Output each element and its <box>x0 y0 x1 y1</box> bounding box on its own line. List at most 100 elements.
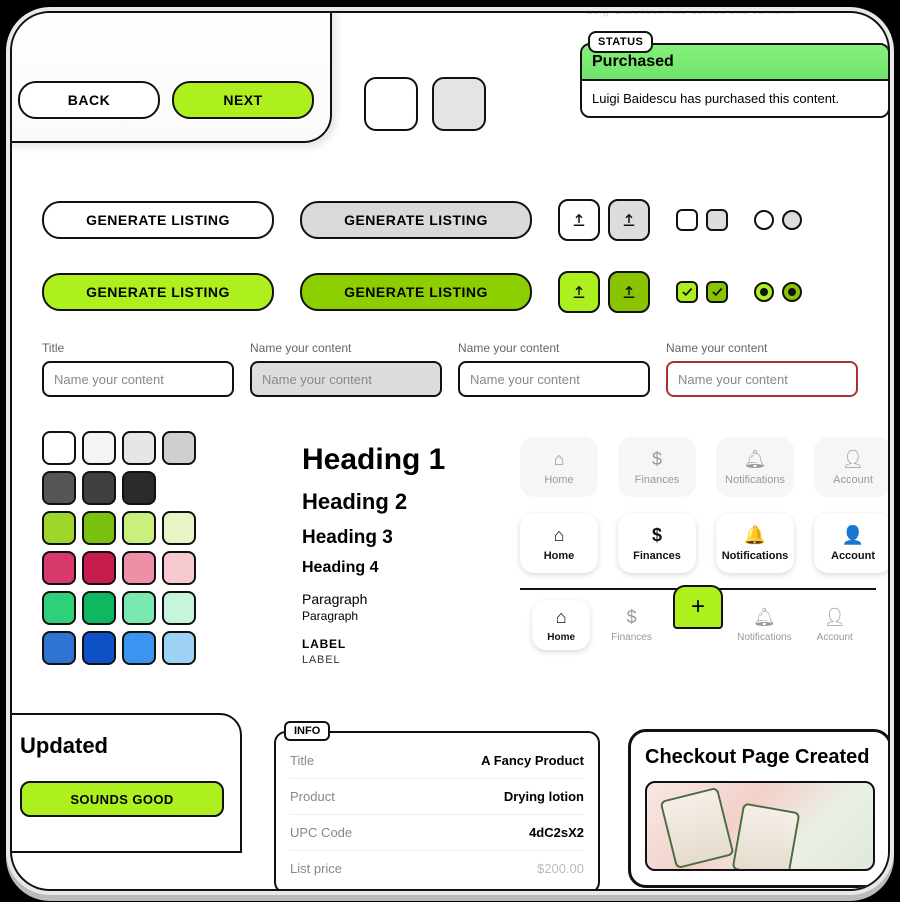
info-row: List price$200.00 <box>290 851 584 886</box>
checkbox-checked-lime-dark[interactable] <box>706 281 728 303</box>
radio-unchecked-white[interactable] <box>754 210 774 230</box>
color-swatch[interactable] <box>42 631 76 665</box>
tab-home-ghost[interactable]: ⌂Home <box>520 437 598 497</box>
heading-3: Heading 3 <box>302 527 502 549</box>
checkout-card: Checkout Page Created <box>628 729 890 888</box>
person-icon: 👤︎ <box>823 607 846 628</box>
upload-icon-button-lime[interactable] <box>558 271 600 313</box>
tab-home-raised[interactable]: ⌂Home <box>520 513 598 573</box>
heading-2: Heading 2 <box>302 489 502 515</box>
label-1: LABEL <box>302 637 502 651</box>
color-swatch[interactable] <box>42 431 76 465</box>
color-swatch[interactable] <box>42 591 76 625</box>
info-key: Title <box>290 753 314 768</box>
info-row: UPC Code 4dC2sX2 <box>290 815 584 851</box>
upload-icon-button-white[interactable] <box>558 199 600 241</box>
updated-panel: Updated SOUNDS GOOD <box>10 713 242 853</box>
info-key: List price <box>290 861 342 876</box>
color-swatch[interactable] <box>162 551 196 585</box>
updated-title: Updated <box>20 733 224 759</box>
nav-panel: BACK NEXT <box>10 11 332 143</box>
info-value: A Fancy Product <box>481 753 584 768</box>
info-value: 4dC2sX2 <box>529 825 584 840</box>
fab-add-button[interactable]: + <box>673 585 723 629</box>
dollar-icon: $ <box>627 607 637 628</box>
paragraph-1: Paragraph <box>302 591 502 607</box>
color-swatch[interactable] <box>162 431 196 465</box>
checkout-product-image <box>645 781 875 871</box>
bottomnav-home[interactable]: ⌂Home <box>532 600 590 650</box>
plus-icon: + <box>691 593 705 621</box>
status-panel: Luigi Baidescu has denied this content. … <box>580 11 890 118</box>
sounds-good-button[interactable]: SOUNDS GOOD <box>20 781 224 817</box>
radio-checked-lime-dark[interactable] <box>782 282 802 302</box>
name-input-disabled[interactable] <box>250 361 442 397</box>
color-swatch[interactable] <box>82 551 116 585</box>
color-swatch[interactable] <box>42 471 76 505</box>
color-swatch[interactable] <box>162 511 196 545</box>
color-swatch[interactable] <box>162 591 196 625</box>
tab-row-raised: ⌂Home $Finances 🔔Notifications 👤Account <box>520 513 890 573</box>
info-tag: INFO <box>284 721 330 741</box>
tab-finances-raised[interactable]: $Finances <box>618 513 696 573</box>
info-key: Product <box>290 789 335 804</box>
upload-icon-button-gray[interactable] <box>608 199 650 241</box>
info-panel: INFO TitleA Fancy ProductProductDrying l… <box>274 711 600 891</box>
name-input-error[interactable] <box>666 361 858 397</box>
tab-account-ghost[interactable]: 👤︎Account <box>814 437 890 497</box>
bottomnav-finances[interactable]: $Finances <box>603 600 661 650</box>
title-input[interactable] <box>42 361 234 397</box>
field-label-name-1: Name your content <box>250 341 442 355</box>
next-button[interactable]: NEXT <box>172 81 314 119</box>
color-swatch[interactable] <box>122 471 156 505</box>
bottomnav-account[interactable]: 👤︎Account <box>806 600 864 650</box>
color-swatch[interactable] <box>82 471 116 505</box>
color-swatch[interactable] <box>122 591 156 625</box>
color-swatch[interactable] <box>122 431 156 465</box>
tab-account-raised[interactable]: 👤Account <box>814 513 890 573</box>
generate-listing-button-lime[interactable]: GENERATE LISTING <box>42 273 274 311</box>
generate-listing-button-lime-dark[interactable]: GENERATE LISTING <box>300 273 532 311</box>
bell-icon: 🔔︎ <box>744 449 767 470</box>
person-icon: 👤︎ <box>842 449 865 470</box>
radio-checked-lime[interactable] <box>754 282 774 302</box>
bottom-nav-bar: ⌂Home $Finances + 🔔︎Notifications 👤︎Acco… <box>520 588 876 660</box>
tab-notifications-raised[interactable]: 🔔Notifications <box>716 513 794 573</box>
info-row: Title A Fancy Product <box>290 743 584 779</box>
color-swatch[interactable] <box>82 431 116 465</box>
field-label-title: Title <box>42 341 234 355</box>
checkout-title: Checkout Page Created <box>645 746 875 769</box>
color-swatch[interactable] <box>162 631 196 665</box>
checkbox-unchecked-gray[interactable] <box>706 209 728 231</box>
back-button[interactable]: BACK <box>18 81 160 119</box>
dollar-icon: $ <box>652 525 662 546</box>
bottomnav-notifications[interactable]: 🔔︎Notifications <box>735 600 793 650</box>
field-label-name-2: Name your content <box>458 341 650 355</box>
tab-notifications-ghost[interactable]: 🔔︎Notifications <box>716 437 794 497</box>
checkbox-unchecked-white[interactable] <box>676 209 698 231</box>
generate-listing-button-gray[interactable]: GENERATE LISTING <box>300 201 532 239</box>
color-swatch[interactable] <box>82 591 116 625</box>
color-swatch[interactable] <box>122 631 156 665</box>
color-swatch[interactable] <box>82 631 116 665</box>
color-swatch[interactable] <box>122 551 156 585</box>
upload-icon-button-lime-dark[interactable] <box>608 271 650 313</box>
tab-row-ghost: ⌂Home $Finances 🔔︎Notifications 👤︎Accoun… <box>520 437 890 497</box>
info-key: UPC Code <box>290 825 352 840</box>
field-label-name-3: Name your content <box>666 341 858 355</box>
color-swatch[interactable] <box>42 551 76 585</box>
color-swatch[interactable] <box>42 511 76 545</box>
color-swatch[interactable] <box>82 511 116 545</box>
color-swatch[interactable] <box>122 511 156 545</box>
status-denied-text: Luigi Baidescu has denied this content. <box>580 11 890 21</box>
checkbox-checked-lime[interactable] <box>676 281 698 303</box>
name-input-normal[interactable] <box>458 361 650 397</box>
tab-finances-ghost[interactable]: $Finances <box>618 437 696 497</box>
radio-unchecked-gray[interactable] <box>782 210 802 230</box>
typography-stack: Heading 1 Heading 2 Heading 3 Heading 4 … <box>302 443 502 666</box>
paragraph-2: Paragraph <box>302 609 502 623</box>
placeholder-squares <box>364 77 486 131</box>
home-icon: ⌂ <box>554 525 565 546</box>
generate-listing-button-white[interactable]: GENERATE LISTING <box>42 201 274 239</box>
bell-icon: 🔔︎ <box>753 607 776 628</box>
